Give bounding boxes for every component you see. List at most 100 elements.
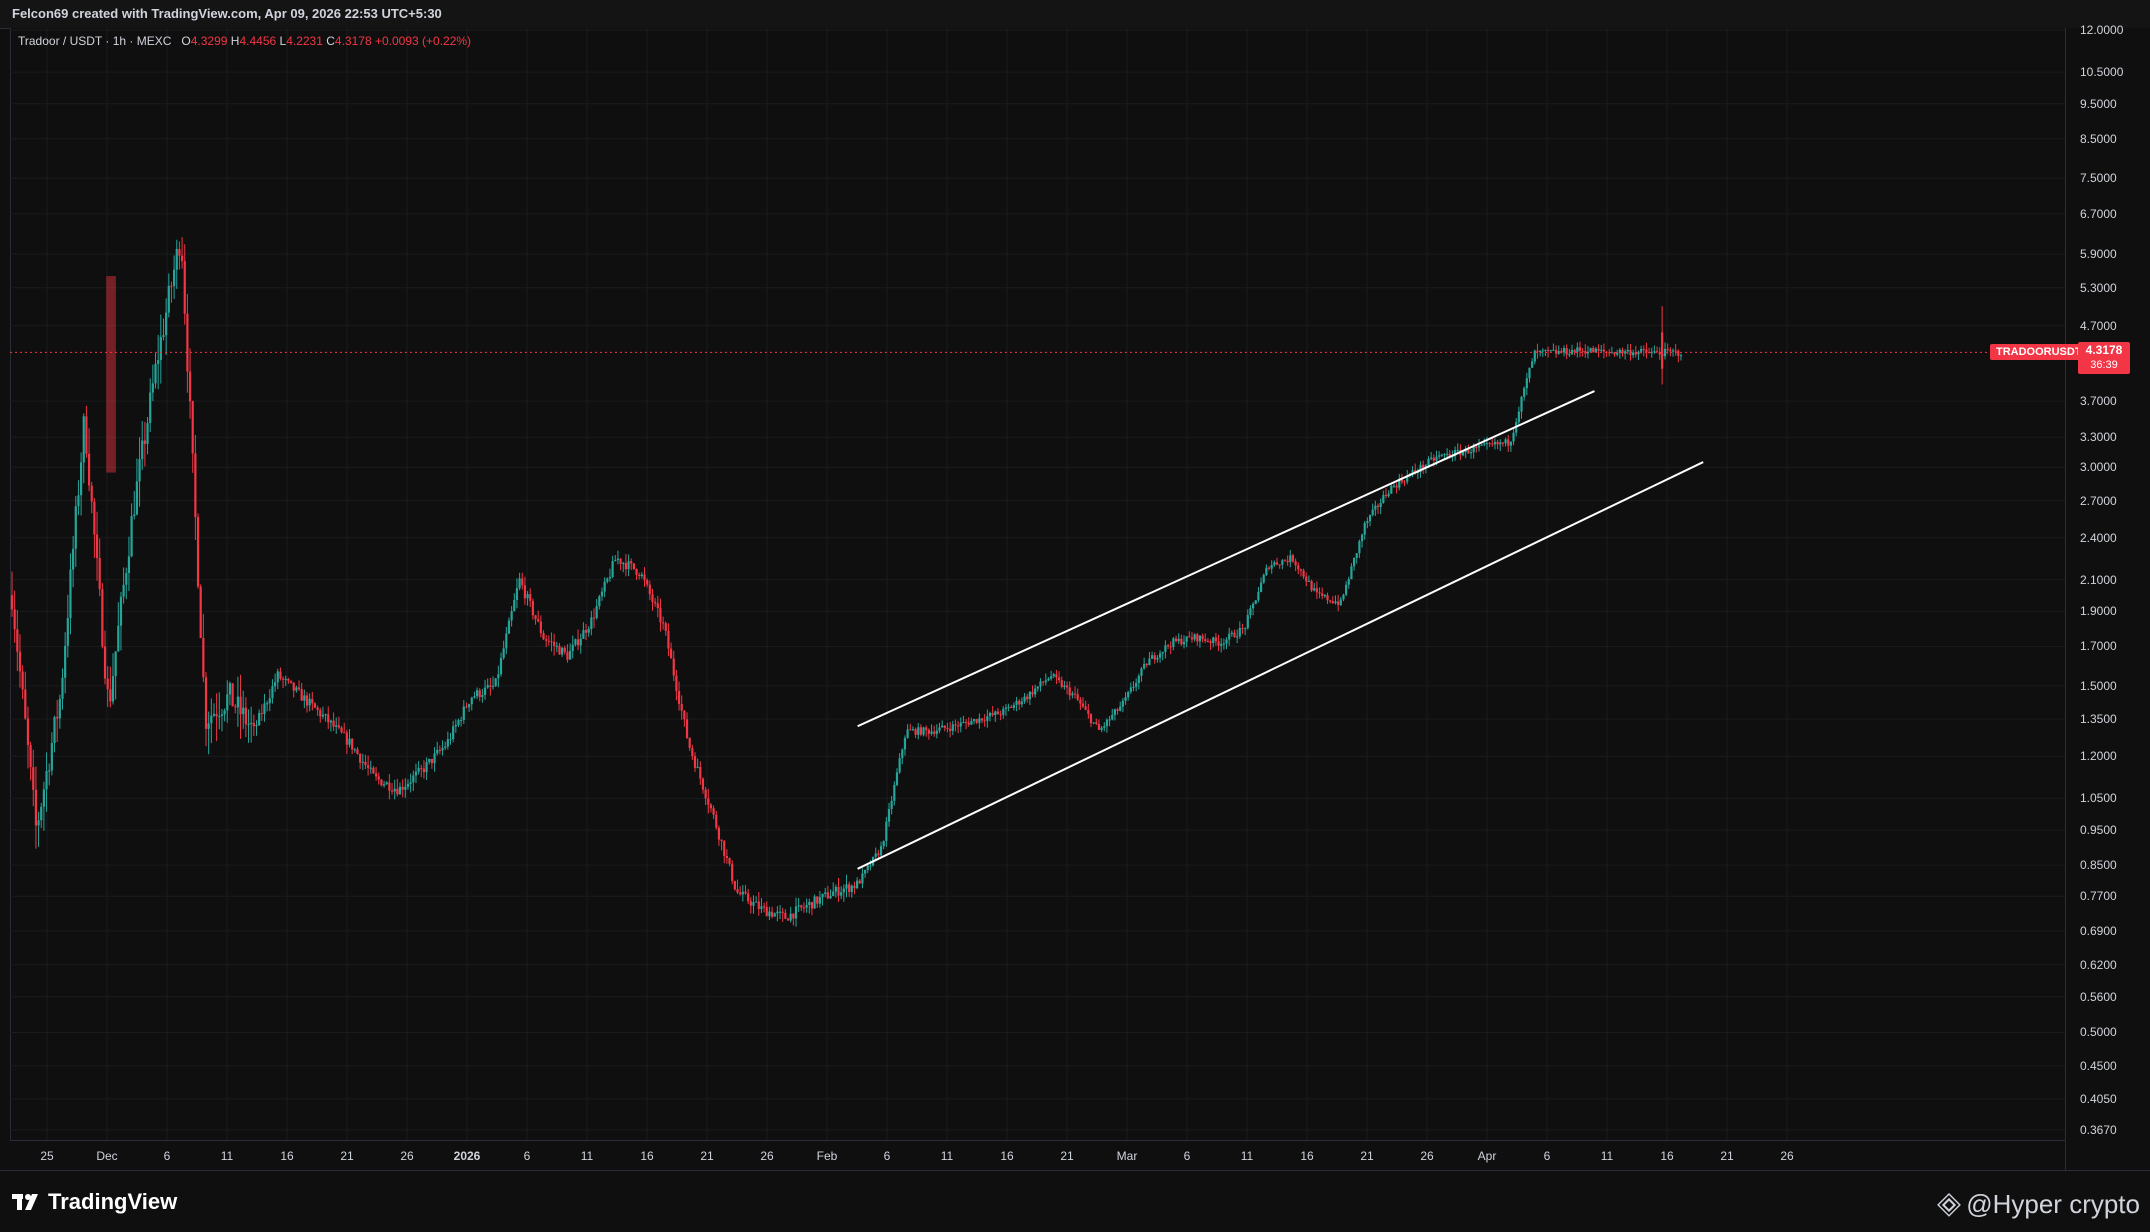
candle-body xyxy=(542,633,545,640)
time-tick-label: Feb xyxy=(816,1149,838,1163)
legend-change: +0.0093 (+0.22%) xyxy=(374,34,472,48)
candle-body xyxy=(1015,700,1018,705)
candle-body xyxy=(1278,564,1281,566)
candle-body xyxy=(1432,457,1435,461)
candle-body xyxy=(1020,701,1023,705)
time-tick-label: 25 xyxy=(40,1149,54,1163)
candle-body xyxy=(1052,674,1055,677)
candle-body xyxy=(739,892,742,895)
candle-body xyxy=(1485,443,1489,445)
candle-body xyxy=(1427,458,1430,466)
candle-body xyxy=(199,586,202,638)
candle-body xyxy=(1063,685,1066,687)
candle-body xyxy=(1562,348,1566,353)
candle-body xyxy=(1087,709,1090,714)
candle-body xyxy=(927,729,930,734)
candle-body xyxy=(491,685,495,687)
candle-body xyxy=(829,895,832,899)
candle-body xyxy=(832,891,835,896)
candle-body xyxy=(353,749,356,751)
candle-body xyxy=(1119,706,1122,711)
time-tick-label: 11 xyxy=(940,1149,954,1163)
price-tick-label: 1.3500 xyxy=(2080,712,2117,727)
candle-body xyxy=(1209,641,1212,643)
candle-body xyxy=(98,558,101,590)
grid-lines xyxy=(10,28,2065,1140)
candle-body xyxy=(1137,675,1140,683)
candle-body xyxy=(319,710,322,717)
candle-body xyxy=(579,638,582,646)
candle-body xyxy=(1145,663,1148,666)
candle-body xyxy=(414,771,418,776)
candle-body xyxy=(526,594,529,599)
candle-body xyxy=(781,911,784,913)
candle-body xyxy=(1387,493,1390,496)
candle-body xyxy=(566,651,569,660)
candle-body xyxy=(494,678,497,686)
candle-body xyxy=(1305,576,1308,582)
candle-body xyxy=(1113,709,1117,715)
candle-body xyxy=(335,725,338,727)
candle-body xyxy=(87,453,91,486)
tradingview-logo[interactable]: TradingView xyxy=(12,1189,177,1215)
candle-body xyxy=(194,453,197,518)
symbol-legend[interactable]: Tradoor / USDT · 1h · MEXC O4.3299 H4.44… xyxy=(18,34,471,48)
candle-body xyxy=(1251,603,1255,609)
candle-body xyxy=(656,603,659,609)
candle-body xyxy=(818,897,822,904)
time-tick-label: 6 xyxy=(883,1149,891,1163)
candle-body xyxy=(568,650,572,660)
candle-body xyxy=(106,678,109,690)
candlestick-chart[interactable] xyxy=(0,0,2150,1231)
candle-body xyxy=(1483,443,1486,445)
trend-channel xyxy=(857,390,1704,870)
price-axis[interactable]: 12.0000 10.5000 9.5000 8.5000 7.5000 6.7000 5.… xyxy=(2065,23,2150,1170)
candle-body xyxy=(204,677,208,729)
candle-body xyxy=(1164,645,1167,652)
candle-body xyxy=(861,873,864,884)
candle-body xyxy=(949,728,952,731)
candle-body xyxy=(840,892,843,896)
candle-body xyxy=(420,767,423,769)
candle-body xyxy=(1616,352,1619,355)
candle-body xyxy=(1390,485,1393,494)
candle-body xyxy=(582,630,585,639)
candle-body xyxy=(56,717,59,719)
candle-body xyxy=(489,685,492,687)
price-tick-label: 0.6900 xyxy=(2080,923,2117,938)
candle-body xyxy=(239,696,242,715)
author-watermark: @Hyper crypto xyxy=(1936,1189,2140,1220)
candle-body xyxy=(1549,350,1552,352)
time-tick-label: 11 xyxy=(1600,1149,1614,1163)
time-axis[interactable]: 25 Dec 6 11 16 21 26 2026 6 11 16 21 26 Feb 6 11 16 21 Mar… xyxy=(10,1140,2065,1171)
candle-body xyxy=(1491,443,1494,445)
candle-body xyxy=(465,706,468,708)
candle-body xyxy=(287,678,290,681)
candle-body xyxy=(1477,445,1481,448)
candle-body xyxy=(895,772,899,785)
candle-body xyxy=(834,886,837,892)
candle-body xyxy=(521,578,524,586)
candle-body xyxy=(1084,706,1087,710)
candle-body xyxy=(850,885,853,892)
candle-body xyxy=(1105,719,1109,727)
candle-body xyxy=(933,731,936,734)
candle-body xyxy=(999,714,1002,716)
legend-close: 4.3178 xyxy=(334,34,372,48)
candle-body xyxy=(794,906,798,919)
candle-body xyxy=(885,821,888,842)
candle-body xyxy=(382,784,386,786)
channel-upper-line xyxy=(857,390,1595,728)
candle-body xyxy=(592,617,596,619)
candle-body xyxy=(143,440,146,444)
candle-body xyxy=(962,721,965,723)
candle-body xyxy=(327,714,330,723)
candle-body xyxy=(561,647,564,655)
candle-body xyxy=(704,789,707,799)
candle-body xyxy=(1446,453,1449,455)
candle-body xyxy=(611,561,614,577)
time-tick-label: Apr xyxy=(1477,1149,1497,1163)
candle-body xyxy=(1012,704,1016,708)
candle-body xyxy=(845,884,848,889)
candle-body xyxy=(1214,637,1217,642)
